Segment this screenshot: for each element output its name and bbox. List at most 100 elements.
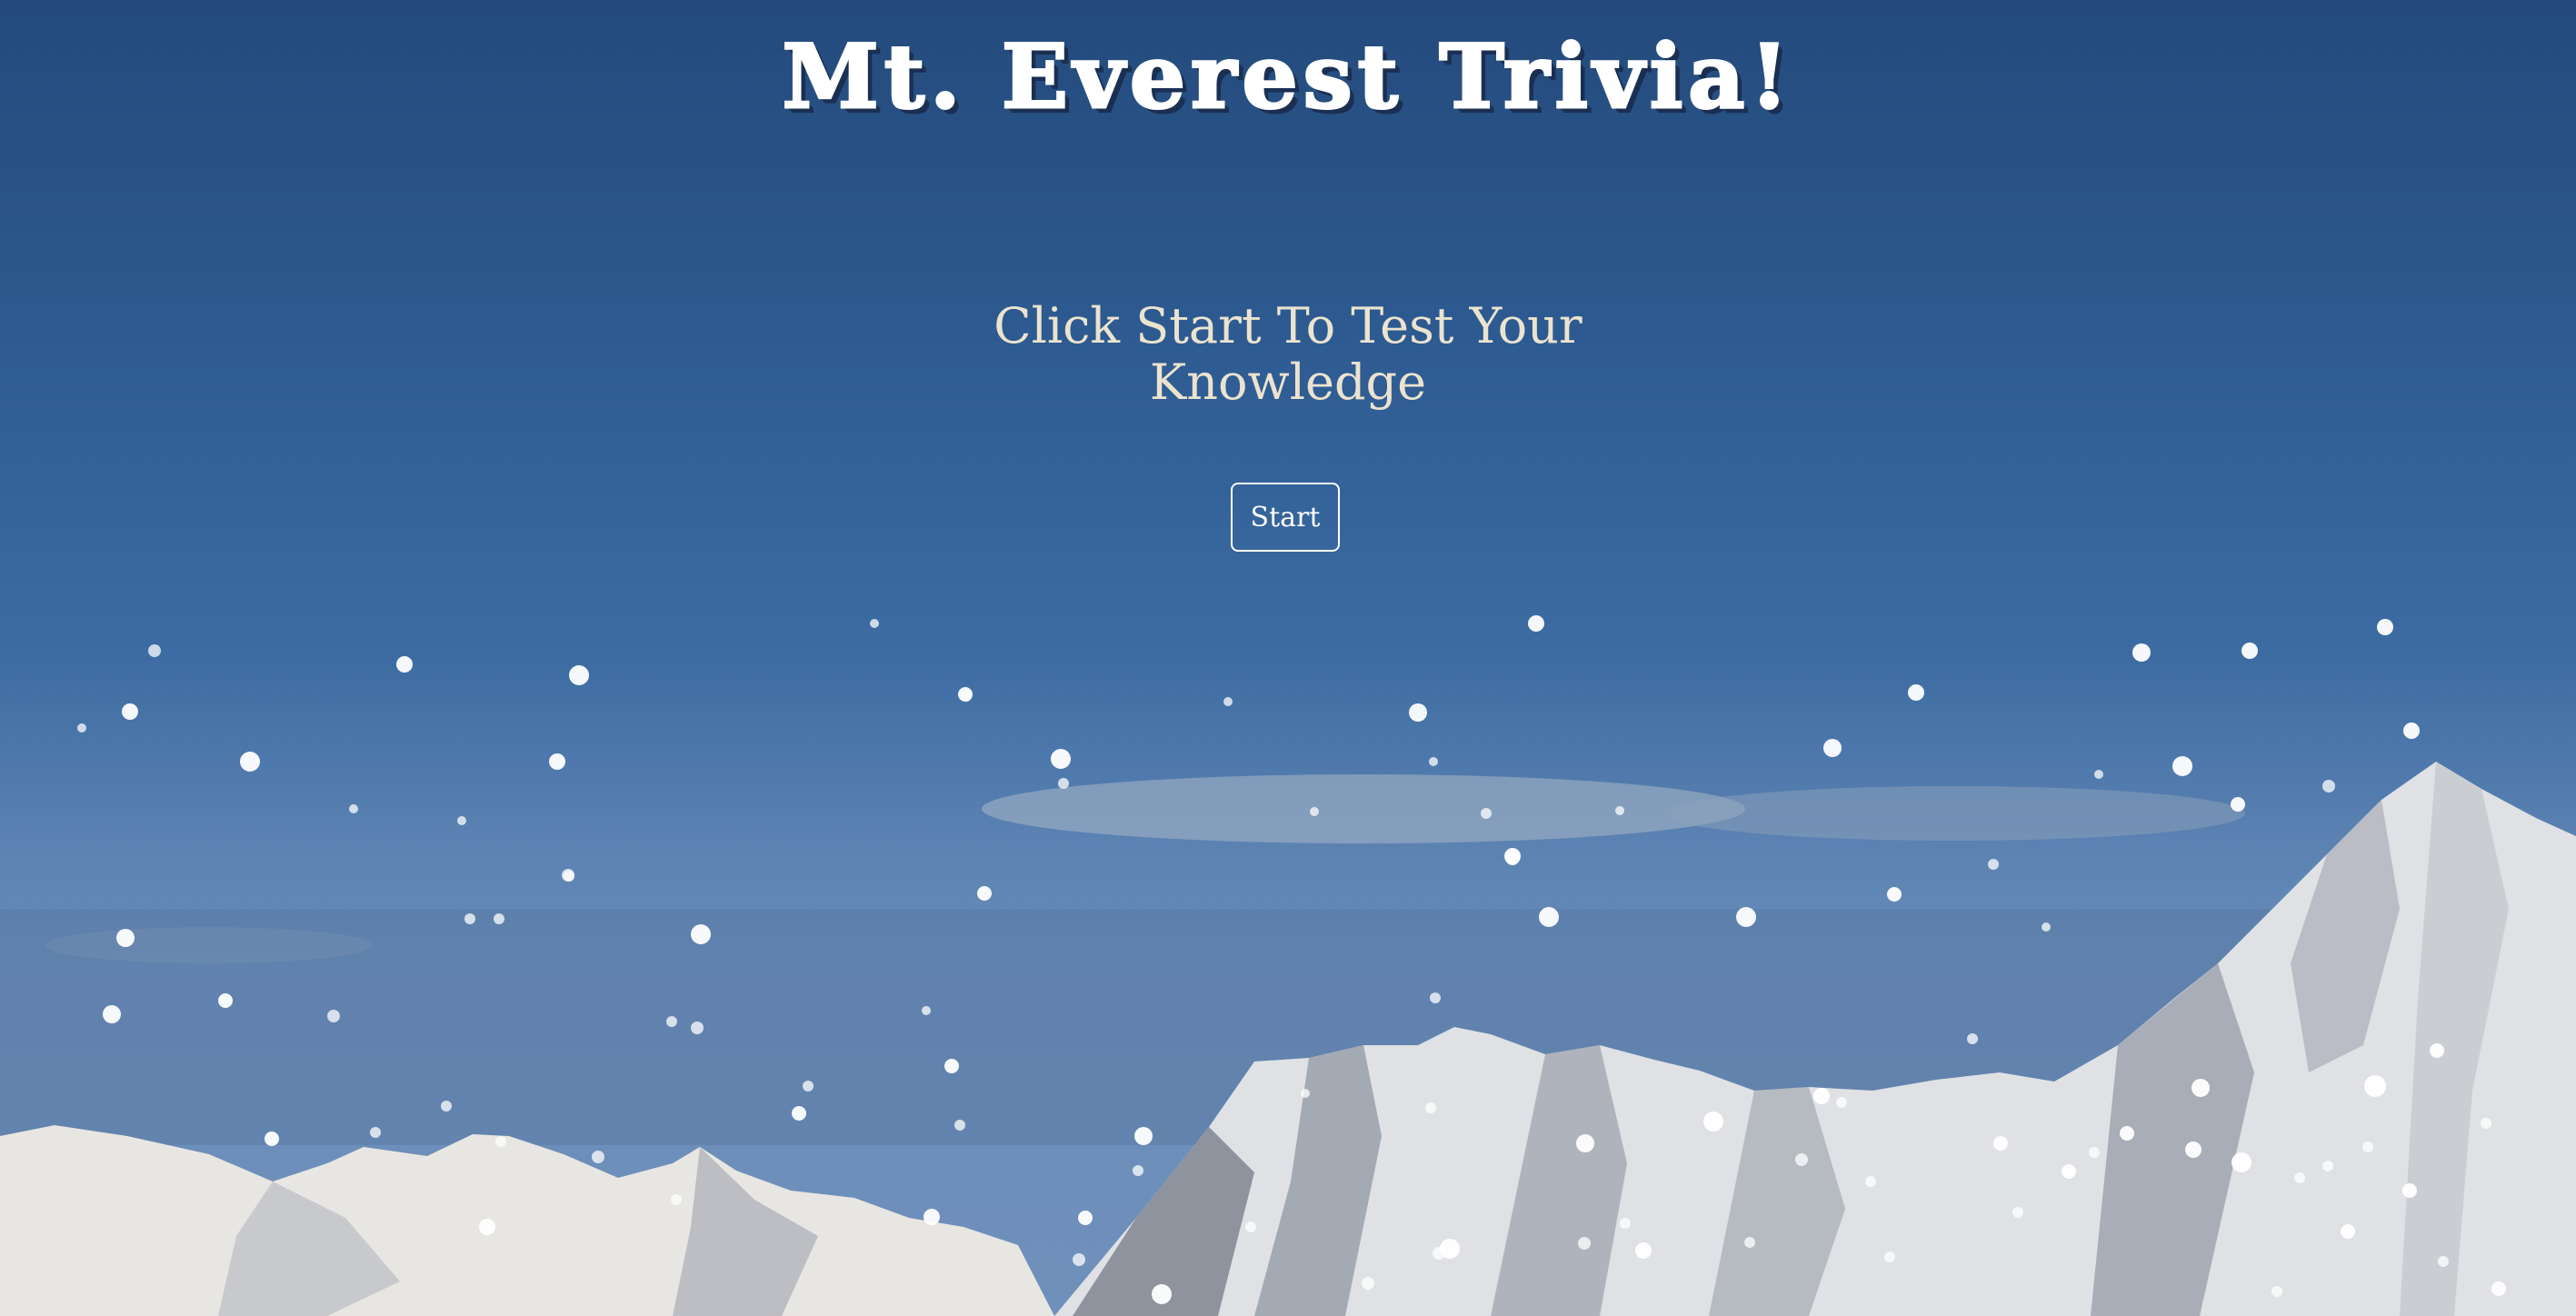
snowflake [218, 993, 233, 1008]
snowflake [549, 753, 565, 770]
snowflake [922, 1006, 931, 1015]
snowflake [1134, 1127, 1153, 1145]
snowflake [1058, 778, 1069, 789]
snowflake [2481, 1118, 2491, 1129]
snowflake [1635, 1242, 1652, 1259]
snowflake [691, 924, 711, 944]
snowflake [148, 644, 161, 657]
snowflake [2185, 1142, 2202, 1158]
snowflake [1823, 739, 1842, 757]
snowflake [803, 1081, 814, 1092]
snowflake [564, 871, 574, 882]
snowflake [2062, 1164, 2076, 1179]
snowflake [77, 723, 86, 733]
snowflake [2012, 1207, 2023, 1218]
snowflake [1865, 1176, 1876, 1187]
snowflake [1310, 807, 1319, 816]
snowflake [2132, 643, 2151, 662]
snowflake [924, 1209, 940, 1225]
snowflake [2430, 1043, 2444, 1058]
snowflake [1073, 1253, 1085, 1266]
snowflake [944, 1059, 959, 1073]
snowflake [1908, 684, 1924, 701]
snowflake [2403, 723, 2420, 739]
snowflake [1967, 1033, 1978, 1044]
snowflake [1245, 1221, 1256, 1232]
snowflake [1223, 697, 1233, 706]
page-title: Mt. Everest Trivia! [781, 25, 1794, 130]
snowflake [265, 1132, 279, 1146]
snowflake [1744, 1237, 1755, 1248]
snowflake [2242, 643, 2258, 659]
snowflake [2438, 1256, 2449, 1267]
snowflake [1409, 703, 1427, 722]
snowflake [792, 1106, 806, 1121]
snowflake [370, 1127, 381, 1138]
snowflake [240, 752, 260, 772]
snowflake [1505, 851, 1520, 865]
snowflake [2491, 1281, 2506, 1296]
snowflake [961, 691, 972, 702]
start-prompt: Click Start To Test Your Knowledge [993, 297, 1583, 411]
snowflake [1884, 1251, 1895, 1262]
snowflake [441, 1101, 452, 1112]
snowflake [2362, 1142, 2373, 1152]
snowflake [1528, 615, 1544, 632]
snowflake [1703, 1112, 1723, 1132]
snowflake [569, 665, 589, 685]
snowflake [122, 703, 138, 720]
snowflake [1051, 749, 1071, 769]
snowflake [1430, 992, 1441, 1003]
snowflake [2377, 619, 2393, 635]
snowflake [1736, 907, 1756, 927]
snowflake [1133, 1165, 1143, 1176]
snowflake [671, 1194, 682, 1205]
snowflake [1539, 907, 1559, 927]
snowflake [1429, 757, 1438, 766]
snowflake [494, 913, 504, 924]
snowflake [1813, 1088, 1830, 1104]
snowflake [2192, 1079, 2210, 1097]
snowflake [2094, 770, 2103, 779]
snowflake [1795, 1153, 1808, 1166]
snowflake [592, 1151, 604, 1163]
snowflake [1836, 1097, 1847, 1108]
snowflake [2322, 780, 2335, 793]
snowflake [457, 816, 466, 825]
snowflake [2341, 1224, 2355, 1239]
snowflake [349, 804, 358, 813]
snowflake [2232, 1152, 2252, 1172]
snowflake [1433, 1247, 1445, 1260]
snowflake [1993, 1136, 2008, 1151]
snowflake [954, 1120, 965, 1131]
snowflake [479, 1219, 495, 1235]
snowflake [464, 913, 475, 924]
snowflake [2322, 1161, 2333, 1171]
snowflake [1620, 1218, 1631, 1229]
snowflake [691, 1022, 704, 1034]
snowflake [2172, 756, 2192, 776]
start-button[interactable]: Start [1231, 483, 1340, 552]
snowflake [1887, 887, 1902, 902]
snowflake [495, 1136, 506, 1147]
snowflake [1481, 808, 1492, 819]
snowflake [103, 1005, 121, 1023]
snowflake [1615, 806, 1624, 815]
snowflake [2089, 1147, 2100, 1158]
snowflake [396, 656, 413, 673]
snowflake [666, 1016, 677, 1027]
snowflake [1078, 1211, 1093, 1225]
snowflake [2042, 922, 2051, 932]
snowflake [327, 1010, 340, 1022]
snowflake [870, 619, 879, 628]
snowflake [2364, 1075, 2386, 1097]
snowflake [1988, 859, 1999, 870]
snowflake [1578, 1237, 1591, 1250]
snowflake [1301, 1089, 1310, 1098]
snowflake [2294, 1172, 2305, 1183]
snowflake [2231, 797, 2245, 812]
snowflake [2271, 1286, 2282, 1297]
snowflake [116, 929, 135, 947]
snowflake [1576, 1134, 1594, 1152]
snowflake [1362, 1277, 1374, 1290]
